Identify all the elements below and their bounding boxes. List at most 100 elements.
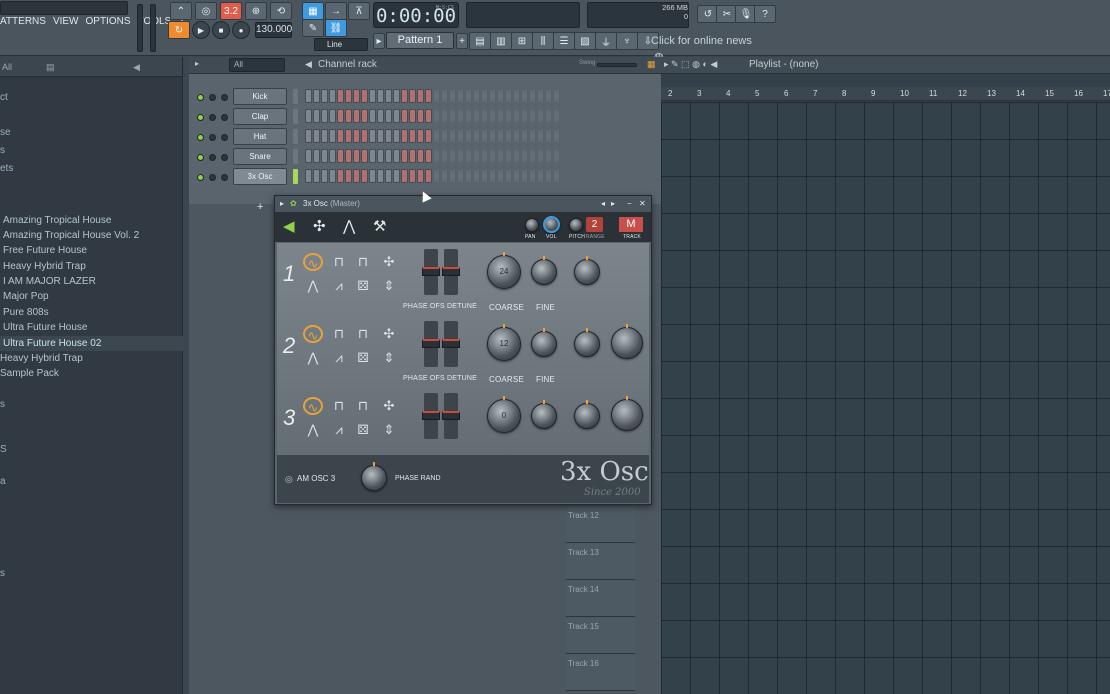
pitch-knob[interactable] <box>569 218 583 232</box>
step-button[interactable] <box>457 169 464 183</box>
step-button[interactable] <box>433 149 440 163</box>
grid-icon[interactable]: ▦ <box>647 59 656 70</box>
step-button[interactable] <box>489 149 496 163</box>
stop-button[interactable]: ■ <box>212 21 230 39</box>
piano-roll-icon[interactable]: ▥ <box>490 32 512 50</box>
step-button[interactable] <box>529 149 536 163</box>
browser-pack-item[interactable]: Free Future House <box>0 245 87 256</box>
sine-wave-button[interactable]: ∿ <box>303 325 323 343</box>
channel-select-indicator[interactable] <box>293 129 298 144</box>
step-button[interactable] <box>409 169 416 183</box>
step-button[interactable] <box>529 129 536 143</box>
am-osc-label[interactable]: AM OSC 3 <box>297 474 335 483</box>
rsaw-wave-button[interactable]: ⩘ <box>329 277 349 295</box>
browser-pack-item[interactable]: Major Pop <box>0 291 49 302</box>
plugin-picker-icon[interactable]: ▨ <box>574 32 596 50</box>
step-button[interactable] <box>505 129 512 143</box>
step-button[interactable] <box>433 129 440 143</box>
fine-knob[interactable] <box>531 400 557 429</box>
plugin-menu-arrow-icon[interactable]: ▸ <box>280 196 284 212</box>
rack-menu-arrow-icon[interactable]: ▸ <box>195 59 199 68</box>
step-button[interactable] <box>385 169 392 183</box>
rack-filter-select[interactable]: All <box>229 58 285 72</box>
master-volume-slider[interactable] <box>137 4 143 52</box>
step-button[interactable] <box>537 129 544 143</box>
step-button[interactable] <box>553 169 560 183</box>
mix-knob[interactable] <box>574 400 600 429</box>
step-button[interactable] <box>353 169 360 183</box>
browser-item-fragment[interactable]: S <box>0 444 7 455</box>
step-button[interactable] <box>321 169 328 183</box>
step-button[interactable] <box>305 109 312 123</box>
step-button[interactable] <box>337 89 344 103</box>
detune-slider[interactable] <box>442 321 460 367</box>
step-button[interactable] <box>465 129 472 143</box>
browser-item-fragment[interactable]: a <box>0 476 6 487</box>
step-button[interactable] <box>513 169 520 183</box>
step-button[interactable] <box>393 129 400 143</box>
typing-keyboard-button[interactable]: ▦ <box>302 2 324 20</box>
step-button[interactable] <box>513 89 520 103</box>
mute-led[interactable] <box>197 94 204 101</box>
step-button[interactable] <box>497 149 504 163</box>
step-button[interactable] <box>353 89 360 103</box>
noise-wave-button[interactable]: ✣ <box>379 253 399 271</box>
channel-name-button[interactable]: Kick <box>233 88 287 105</box>
step-button[interactable] <box>321 89 328 103</box>
tuning-fork-icon[interactable]: ♆ <box>616 32 638 50</box>
step-button[interactable] <box>361 149 368 163</box>
step-button[interactable] <box>473 109 480 123</box>
play-button[interactable]: ▶ <box>192 21 210 39</box>
step-button[interactable] <box>521 109 528 123</box>
step-button[interactable] <box>481 109 488 123</box>
step-button[interactable] <box>353 129 360 143</box>
browser-pack-item[interactable]: Pure 808s <box>0 307 49 318</box>
step-button[interactable] <box>473 169 480 183</box>
step-button[interactable] <box>425 149 432 163</box>
step-button[interactable] <box>305 89 312 103</box>
channel-name-button[interactable]: Snare <box>233 148 287 165</box>
step-button[interactable] <box>345 149 352 163</box>
pat-song-toggle[interactable]: 3.2 <box>220 2 242 20</box>
plugin-titlebar[interactable]: ▸ ✿ 3x Osc (Master) ◂ ▸ − ✕ <box>275 196 651 212</box>
swing-slider[interactable] <box>597 63 637 67</box>
step-button[interactable] <box>457 149 464 163</box>
step-button[interactable] <box>545 149 552 163</box>
step-button[interactable] <box>417 89 424 103</box>
step-button[interactable] <box>553 149 560 163</box>
step-button[interactable] <box>513 109 520 123</box>
step-button[interactable] <box>321 109 328 123</box>
browser-pack-item-selected[interactable]: Ultra Future House 02 <box>0 336 183 351</box>
track-badge[interactable]: M <box>619 217 643 232</box>
step-button[interactable] <box>305 129 312 143</box>
track-header[interactable]: Track 16 <box>566 655 635 691</box>
track-header[interactable]: Track 15 <box>566 618 635 654</box>
step-button[interactable] <box>481 89 488 103</box>
record-button[interactable]: ● <box>232 21 250 39</box>
plug-icon[interactable]: ⏚ <box>595 32 617 50</box>
step-button[interactable] <box>409 109 416 123</box>
square-wave-button[interactable]: ⊓ <box>353 397 373 415</box>
step-button[interactable] <box>401 89 408 103</box>
playlist-grid[interactable] <box>661 102 1110 694</box>
step-button[interactable] <box>313 149 320 163</box>
detune-slider[interactable] <box>442 393 460 439</box>
step-button[interactable] <box>377 129 384 143</box>
channel-rack-icon[interactable]: ⊞ <box>511 32 533 50</box>
noise-wave-button[interactable]: ✣ <box>379 325 399 343</box>
step-button[interactable] <box>393 109 400 123</box>
step-button[interactable] <box>409 89 416 103</box>
pan-led[interactable] <box>209 114 216 121</box>
step-button[interactable] <box>361 129 368 143</box>
step-button[interactable] <box>489 89 496 103</box>
step-button[interactable] <box>505 149 512 163</box>
mute-led[interactable] <box>197 134 204 141</box>
coarse-knob[interactable]: 0 <box>487 396 521 433</box>
step-button[interactable] <box>313 129 320 143</box>
step-button[interactable] <box>321 149 328 163</box>
step-button[interactable] <box>321 129 328 143</box>
sine-wave-button[interactable]: ∿ <box>303 397 323 415</box>
step-button[interactable] <box>329 149 336 163</box>
prev-preset-icon[interactable]: ◂ <box>601 196 605 212</box>
step-button[interactable] <box>529 169 536 183</box>
